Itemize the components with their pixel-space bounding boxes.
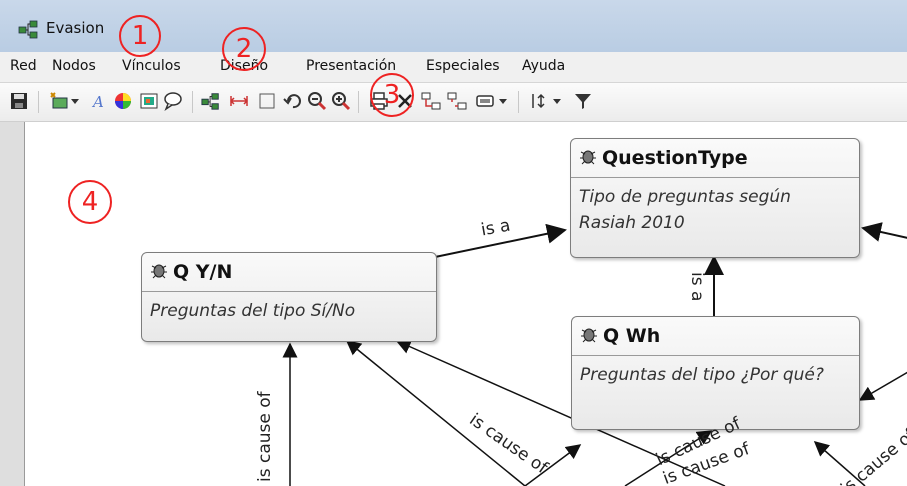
toolbar-separator bbox=[358, 91, 359, 113]
concept-icon bbox=[579, 147, 597, 170]
node-q-yn[interactable]: Q Y/N Preguntas del tipo Sí/No bbox=[141, 252, 437, 342]
edge-is-cause-of bbox=[345, 340, 526, 486]
edge-is-cause-of bbox=[858, 371, 907, 401]
toolbar: A bbox=[0, 83, 907, 122]
concept-icon bbox=[150, 261, 168, 284]
annotation-marker-3: 3 bbox=[370, 73, 414, 117]
zoom-out-icon[interactable] bbox=[306, 90, 328, 112]
node-header: Q Y/N bbox=[142, 253, 436, 292]
annotation-marker-2: 2 bbox=[222, 27, 266, 71]
image-icon[interactable] bbox=[138, 90, 160, 112]
dropdown-arrow-icon[interactable] bbox=[550, 90, 564, 112]
annotation-marker-4: 4 bbox=[68, 180, 112, 224]
graph-canvas[interactable]: QuestionType Tipo de preguntas según Ras… bbox=[24, 122, 907, 486]
menu-nodos[interactable]: Nodos bbox=[52, 58, 96, 74]
comment-icon[interactable] bbox=[162, 90, 184, 112]
node-description: Preguntas del tipo Sí/No bbox=[150, 301, 356, 321]
menu-especiales[interactable]: Especiales bbox=[426, 58, 500, 74]
dropdown-arrow-icon[interactable] bbox=[496, 90, 510, 112]
network-app-icon bbox=[18, 20, 38, 39]
node-description: Tipo de preguntas según Rasiah 2010 bbox=[579, 187, 791, 233]
view-icon[interactable] bbox=[474, 90, 496, 112]
toolbar-separator bbox=[38, 91, 39, 113]
spacing-icon[interactable] bbox=[528, 90, 550, 112]
node-header: QuestionType bbox=[571, 139, 859, 178]
left-panel-edge bbox=[0, 122, 24, 486]
annotation-marker-1: 1 bbox=[119, 15, 161, 57]
unlink-icon[interactable] bbox=[446, 90, 468, 112]
edge-is-a bbox=[861, 222, 907, 242]
text-style-icon[interactable]: A bbox=[88, 90, 110, 112]
undo-icon[interactable] bbox=[282, 90, 304, 112]
edge-label: is a bbox=[687, 272, 707, 302]
menu-red[interactable]: Red bbox=[10, 58, 37, 74]
edge-label: is cause of bbox=[255, 391, 275, 482]
color-wheel-icon[interactable] bbox=[112, 90, 134, 112]
node-q-wh[interactable]: Q Wh Preguntas del tipo ¿Por qué? bbox=[571, 316, 860, 430]
node-header: Q Wh bbox=[572, 317, 859, 356]
node-question-type[interactable]: QuestionType Tipo de preguntas según Ras… bbox=[570, 138, 860, 258]
zoom-in-icon[interactable] bbox=[330, 90, 352, 112]
link-icon[interactable] bbox=[420, 90, 442, 112]
toolbar-separator bbox=[192, 91, 193, 113]
filter-icon[interactable] bbox=[572, 90, 594, 112]
dropdown-arrow-icon[interactable] bbox=[68, 90, 82, 112]
menu-vinculos[interactable]: Vínculos bbox=[122, 58, 181, 74]
add-node-icon[interactable] bbox=[48, 90, 70, 112]
menu-presentacion[interactable]: Presentación bbox=[306, 58, 396, 74]
node-description: Preguntas del tipo ¿Por qué? bbox=[580, 365, 824, 385]
node-title: Q Wh bbox=[603, 325, 661, 347]
node-title: QuestionType bbox=[602, 147, 748, 169]
concept-icon bbox=[580, 325, 598, 348]
width-icon[interactable] bbox=[228, 90, 250, 112]
toolbar-separator bbox=[518, 91, 519, 113]
network-icon[interactable] bbox=[200, 90, 222, 112]
window-title: Evasion bbox=[46, 19, 105, 37]
node-title: Q Y/N bbox=[173, 261, 233, 283]
svg-text:A: A bbox=[91, 93, 104, 110]
menu-ayuda[interactable]: Ayuda bbox=[522, 58, 565, 74]
layout-icon[interactable] bbox=[256, 90, 278, 112]
save-icon[interactable] bbox=[8, 90, 30, 112]
